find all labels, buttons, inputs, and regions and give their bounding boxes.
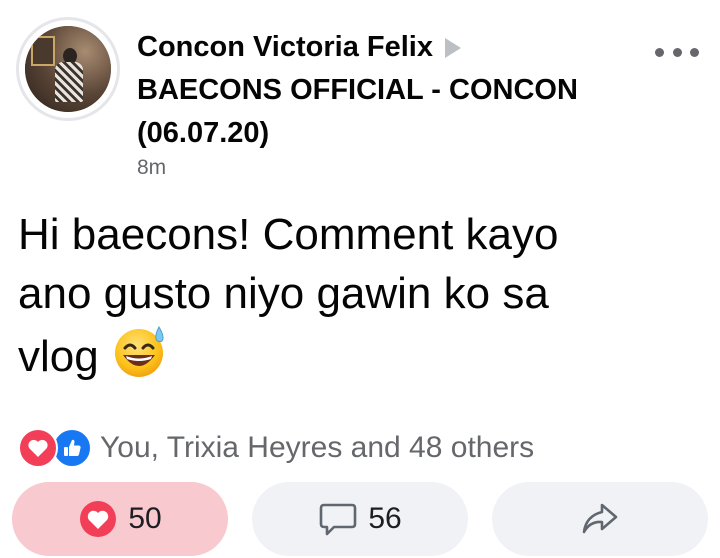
- profile-photo: [25, 26, 111, 112]
- like-reaction-icon: [52, 428, 92, 468]
- post-text-line: Hi baecons! Comment kayo: [18, 210, 559, 259]
- triangle-right-icon: [444, 38, 461, 58]
- share-arrow-icon: [582, 503, 618, 534]
- post-text: Hi baecons! Comment kayo ano gusto niyo …: [18, 205, 708, 394]
- reactions-text: You, Trixia Heyres and 48 others: [100, 431, 535, 464]
- love-reaction-icon: [18, 428, 58, 468]
- more-dot: [690, 47, 699, 57]
- comment-button[interactable]: 56: [252, 482, 468, 556]
- post-text-line: vlog: [18, 332, 99, 381]
- comment-count: 56: [368, 502, 402, 535]
- comment-bubble-icon: [320, 503, 357, 536]
- more-dots-icon: [655, 47, 664, 57]
- reaction-count: 50: [128, 502, 162, 535]
- heart-icon: [80, 501, 117, 537]
- group-name-date[interactable]: (06.07.20): [137, 117, 269, 149]
- more-dot: [672, 47, 682, 57]
- timestamp[interactable]: 8m: [137, 155, 637, 181]
- author-name[interactable]: Concon Victoria Felix: [137, 31, 433, 63]
- share-button[interactable]: [492, 482, 708, 556]
- grinning-sweat-emoji-icon: [113, 323, 169, 394]
- reactions-summary[interactable]: You, Trixia Heyres and 48 others: [18, 428, 534, 468]
- avatar[interactable]: [16, 17, 120, 121]
- post-header: Concon Victoria Felix BAECONS OFFICIAL -…: [137, 26, 637, 181]
- more-options-button[interactable]: [655, 40, 699, 64]
- post-text-line: ano gusto niyo gawin ko sa: [18, 269, 549, 318]
- love-react-button[interactable]: 50: [12, 482, 228, 556]
- group-name[interactable]: BAECONS OFFICIAL - CONCON: [137, 74, 578, 106]
- post-title: Concon Victoria Felix BAECONS OFFICIAL -…: [137, 26, 637, 155]
